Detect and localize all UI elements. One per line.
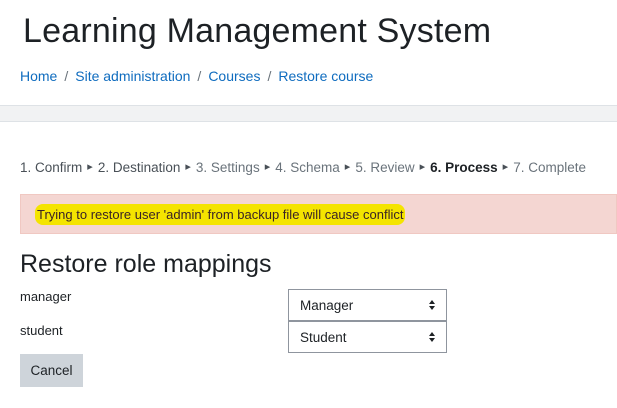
role-mappings-heading: Restore role mappings [20, 250, 272, 278]
breadcrumb-home[interactable]: Home [20, 68, 57, 84]
step-review: 5. Review [355, 160, 415, 175]
step-arrow-icon: ▸ [502, 161, 509, 173]
role-label-manager: manager [20, 289, 72, 304]
step-arrow-icon: ▸ [344, 161, 351, 173]
step-destination: 2. Destination [97, 160, 181, 175]
role-label-student: student [20, 323, 63, 338]
role-mapping-row-student: student Student [20, 321, 450, 353]
role-select-value: Student [300, 329, 347, 345]
sort-caret-icon [429, 300, 435, 310]
breadcrumb-courses[interactable]: Courses [208, 68, 260, 84]
breadcrumb-separator: / [267, 68, 272, 84]
step-complete: 7. Complete [513, 160, 586, 175]
page-header: Learning Management System Home / Site a… [0, 0, 617, 106]
sort-caret-icon [429, 332, 435, 342]
step-arrow-icon: ▸ [185, 161, 191, 173]
page-title: Learning Management System [23, 12, 492, 50]
role-select-student[interactable]: Student [288, 321, 447, 353]
alert-message: Trying to restore user 'admin' from back… [35, 203, 406, 225]
role-select-manager[interactable]: Manager [288, 289, 447, 321]
conflict-alert: Trying to restore user 'admin' from back… [20, 194, 617, 234]
role-mapping-row-manager: manager Manager [20, 289, 450, 321]
breadcrumb-separator: / [197, 68, 202, 84]
step-schema: 4. Schema [275, 160, 340, 175]
step-confirm: 1. Confirm [20, 160, 83, 175]
step-arrow-icon: ▸ [264, 161, 271, 173]
role-select-value: Manager [300, 297, 354, 313]
breadcrumb-restore-course[interactable]: Restore course [278, 68, 373, 84]
restore-progress-steps: 1. Confirm ▸ 2. Destination ▸ 3. Setting… [20, 160, 586, 175]
breadcrumb-site-administration[interactable]: Site administration [75, 68, 190, 84]
cancel-button[interactable]: Cancel [20, 354, 83, 387]
restore-panel: 1. Confirm ▸ 2. Destination ▸ 3. Setting… [0, 121, 617, 408]
step-arrow-icon: ▸ [87, 161, 93, 173]
step-process: 6. Process [430, 160, 498, 175]
step-arrow-icon: ▸ [419, 161, 426, 173]
breadcrumb: Home / Site administration / Courses / R… [20, 68, 373, 84]
breadcrumb-separator: / [64, 68, 69, 84]
step-settings: 3. Settings [195, 160, 260, 175]
